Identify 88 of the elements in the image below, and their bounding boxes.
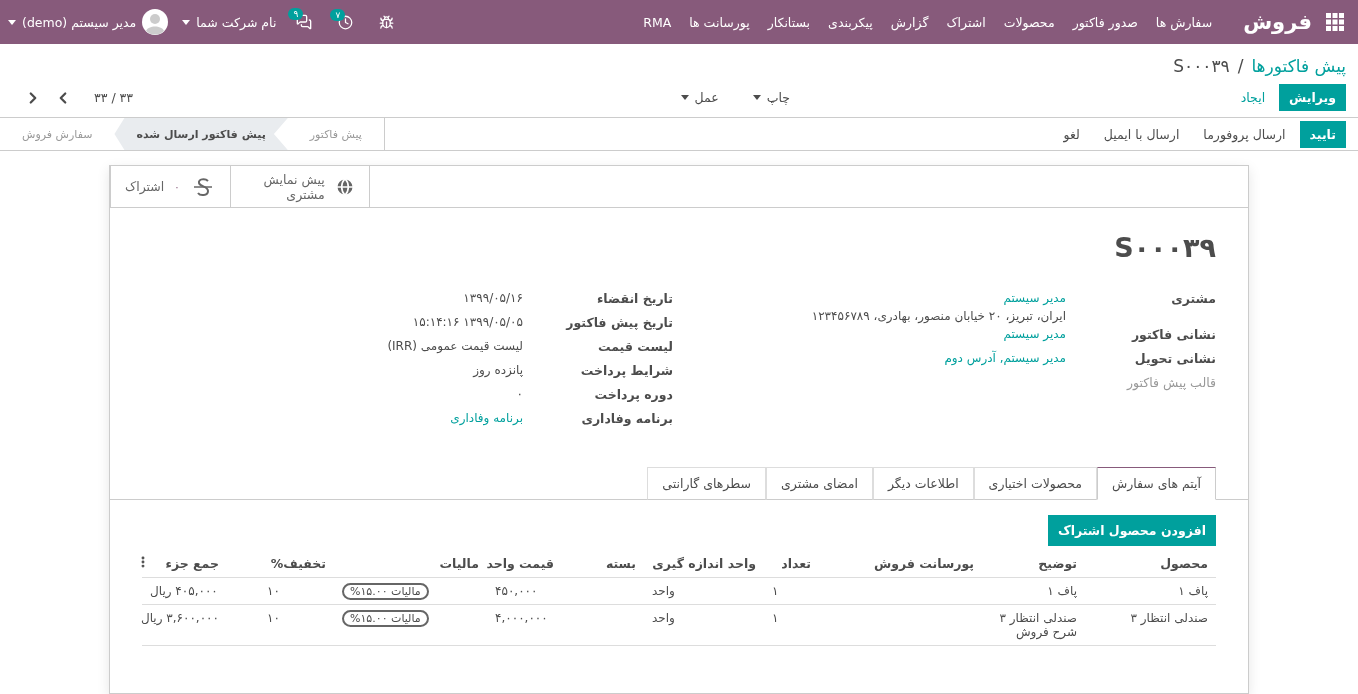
globe-icon [334,176,355,197]
field-label: نشانی تحویل [1133,351,1216,368]
field-label: تاریخ انقضاء [596,291,673,308]
menu-item[interactable]: RMA [634,14,681,30]
subscription-button[interactable]: ۰ اشتراک [111,166,231,207]
tab[interactable]: سطرهای گارانتی [647,467,766,500]
company-switcher[interactable]: نام شرکت شما [182,14,277,30]
menu-item[interactable]: پیکربندی [819,14,882,30]
column-header[interactable]: تعداد [764,550,819,578]
subscription-count: ۰ [174,181,180,192]
add-subscription-button[interactable]: افزودن محصول اشتراک [1047,515,1216,546]
column-header[interactable]: محصول [1085,550,1216,578]
menu-item[interactable]: پورسانت ها [680,14,759,30]
column-header[interactable]: قیمت واحد [487,550,562,578]
table-cell: صندلی انتظار ۳ [1085,604,1216,646]
field-link[interactable]: برنامه وفاداری [142,411,523,425]
breadcrumb-link[interactable]: پیش فاکتورها [1251,56,1346,76]
message-count: ۹ [288,8,304,20]
pager-counter: ۳۳ / ۳۳ [94,90,134,105]
table-cell: ۱۰ [227,577,334,605]
table-cell: واحد [644,604,764,646]
activity-count: ۷ [330,8,346,21]
field-label: دوره پرداخت [593,387,673,404]
app-name[interactable]: فروش [1243,10,1312,34]
column-header[interactable]: پورسانت فروش [819,550,982,578]
column-header[interactable]: بسته [562,550,644,578]
tab[interactable]: امضای مشتری [766,467,873,500]
status-action-button[interactable]: لغو [1053,120,1090,148]
menu-item[interactable]: اشتراک [937,14,995,30]
table-cell: ۴,۰۰۰,۰۰۰ [487,604,562,646]
field-value: ایران، تبریز، ۲۰ خیابان منصور، بهادری، ۱۲۳۴۵۶۷۸۹ [810,309,1066,323]
table-cell: ۴۵۰,۰۰۰ [487,577,562,605]
table-cell: پاف ۱ [1085,577,1216,605]
table-cell: واحد [644,577,764,605]
menu-item[interactable]: سفارش ها [1146,14,1222,30]
menu-item[interactable]: صدور فاکتور [1063,14,1147,30]
field-value: ۱۳۹۹/۰۵/۱۶ [462,291,523,305]
status-stage[interactable]: پیش فاکتور ارسال شده [114,118,288,150]
create-button[interactable]: ایجاد [1230,84,1276,111]
table-cell: ۱۰ [227,604,334,646]
preview-button[interactable]: پیش نمایش مشتری [230,166,370,207]
tab[interactable]: محصولات اختیاری [973,467,1097,500]
field-label: برنامه وفاداری [580,411,673,428]
chat-icon[interactable] [296,14,313,30]
column-header[interactable]: واحد اندازه گیری [644,550,764,578]
record-title: S۰۰۰۳۹ [1113,232,1216,263]
field-link[interactable]: مدیر سیستم, آدرس دوم [679,351,1066,365]
user-menu[interactable]: مدیر سیستم (demo) [8,9,169,35]
field-link[interactable]: مدیر سیستم [679,327,1066,341]
menu-item[interactable]: بستانکار [758,14,820,30]
column-header[interactable]: تخفیف% [227,550,334,578]
table-cell: ۴۰۵,۰۰۰ ریال [142,577,227,605]
edit-button[interactable]: ویرایش [1279,84,1346,111]
avatar-icon [142,9,169,35]
status-action-button[interactable]: ارسال با ایمیل [1093,120,1190,148]
field-label: مشتری [1170,291,1216,308]
dropdown-button[interactable]: عمل [674,89,725,106]
table-cell: ۱ [764,577,819,605]
menu-item[interactable]: محصولات [994,14,1064,30]
menu-item[interactable]: گزارش [881,14,938,30]
field-label: تاریخ پیش فاکتور [564,315,673,332]
column-header[interactable]: جمع جزء [157,550,227,578]
field-label: قالب پیش فاکتور [1125,375,1216,393]
tax-tag: مالیات ۱۵.۰۰% [342,583,429,600]
status-action-button[interactable]: ارسال پروفورما [1193,120,1296,148]
column-header[interactable]: توضیح [982,550,1085,578]
column-header[interactable]: مالیات [334,550,487,578]
clock-icon[interactable] [338,14,354,30]
field-label: لیست قیمت [597,339,673,356]
breadcrumb-current: S۰۰۰۳۹ [1173,56,1230,76]
field-value: ۱۳۹۹/۰۵/۰۵ ۱۵:۱۴:۱۶ [411,315,523,329]
field-value: ۰ [515,387,523,401]
table-cell: ۳,۶۰۰,۰۰۰ ریال [142,604,227,646]
field-label: شرایط پرداخت [579,363,673,380]
table-cell: پاف ۱ [982,577,1085,605]
dropdown-button[interactable]: چاپ [746,89,796,106]
tab[interactable]: اطلاعات دیگر [872,467,974,500]
table-cell: صندلی انتظار ۳ شرح فروش [982,604,1085,646]
breadcrumb-separator: / [1237,56,1244,76]
tab[interactable]: آیتم های سفارش [1096,467,1216,500]
tax-tag: مالیات ۱۵.۰۰% [342,610,429,627]
field-link[interactable]: مدیر سیستم [679,291,1066,305]
field-label: نشانی فاکتور [1130,327,1216,344]
field-value: لیست قیمت عمومی (IRR) [386,339,523,353]
field-value: پانزده روز [471,363,523,377]
status-action-button[interactable]: تایید [1299,120,1346,148]
apps-icon[interactable] [1326,13,1344,31]
table-cell: ۱ [764,604,819,646]
